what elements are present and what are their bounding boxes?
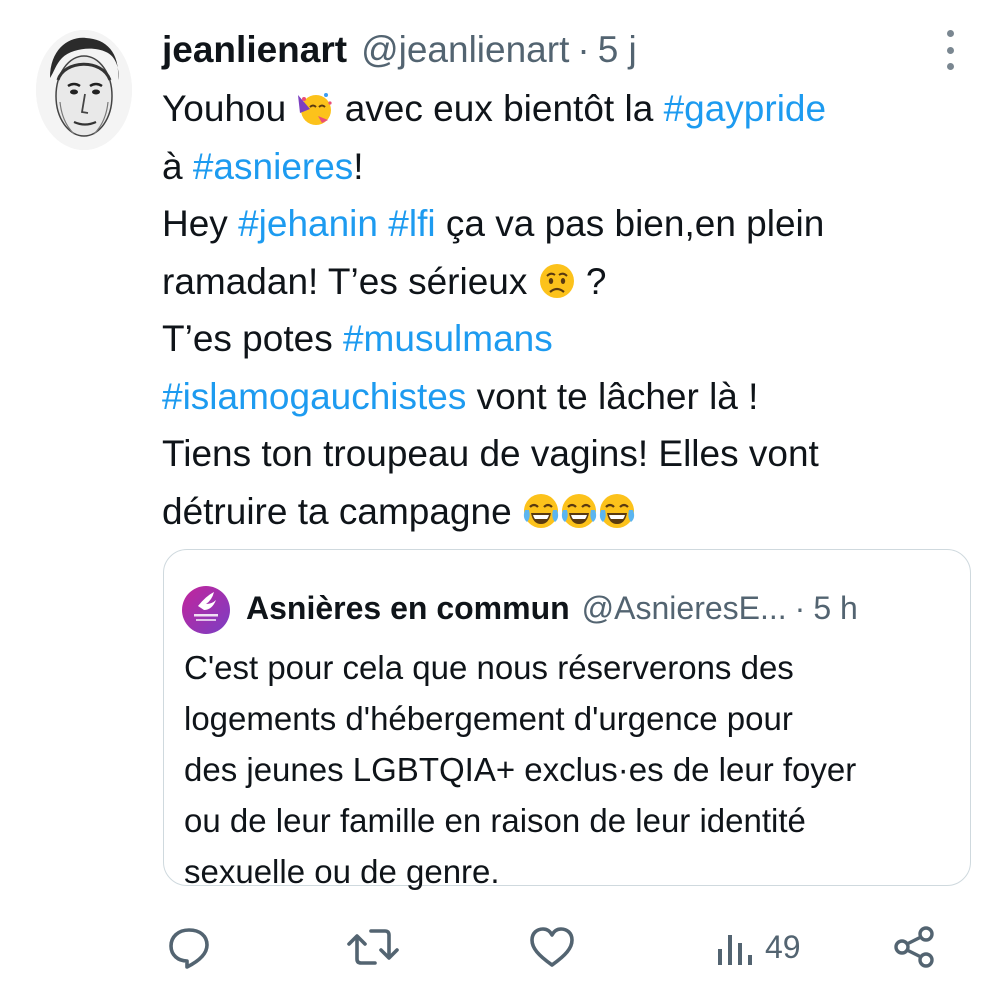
like-button[interactable]: [528, 915, 576, 979]
quoted-display-name: Asnières en commun: [246, 589, 570, 626]
user-handle[interactable]: @jeanlienart: [361, 29, 569, 71]
hashtag-link[interactable]: #islamogauchistes: [162, 376, 466, 417]
tweet-time[interactable]: 5 j: [598, 29, 637, 71]
tweet-text: Youhou avec eux bientôt la #gaypride à #…: [162, 80, 972, 540]
tweet-line: Hey #jehanin #lfi ça va pas bien,en plei…: [162, 203, 825, 244]
more-options-icon: [946, 30, 954, 37]
quoted-line: sexuelle ou de genre.: [184, 853, 500, 890]
quoted-time: 5 h: [813, 589, 858, 626]
worried-face-emoji-icon: [538, 259, 576, 298]
partying-face-emoji-icon: [296, 86, 334, 125]
tweet-line: détruire ta campagne: [162, 483, 972, 541]
joy-face-emoji-icon: [522, 489, 560, 528]
quoted-text: C'est pour cela que nous réserverons des…: [184, 642, 954, 897]
tweet-header: jeanlienart @jeanlienart · 5 j: [162, 22, 960, 78]
joy-face-emoji-icon: [560, 489, 598, 528]
hashtag-link[interactable]: #jehanin: [238, 203, 378, 244]
asnieres-logo-icon: [194, 592, 218, 621]
tweet-line: Youhou avec eux bientôt la #gaypride: [162, 86, 827, 129]
hashtag-link[interactable]: #musulmans: [343, 318, 553, 359]
more-options-button[interactable]: [940, 30, 960, 70]
user-portrait-avatar-icon: [36, 30, 132, 150]
views-button[interactable]: 49: [715, 915, 801, 979]
reply-button[interactable]: [165, 915, 213, 979]
hashtag-link[interactable]: #lfi: [388, 203, 435, 244]
tweet-line: à #asnieres!: [162, 145, 364, 187]
views-icon: [718, 935, 752, 965]
views-count: 49: [765, 928, 801, 965]
tweet-line: ramadan! T’es sérieux ?: [162, 259, 607, 302]
reply-icon: [169, 928, 209, 969]
tweet-line: Tiens ton troupeau de vagins! Elles vont: [162, 433, 819, 474]
user-avatar[interactable]: [36, 30, 132, 150]
separator-dot: ·: [577, 29, 590, 70]
hashtag-link[interactable]: #asnieres: [193, 146, 353, 187]
share-icon: [894, 926, 934, 968]
tweet-line: T’es potes #musulmans: [162, 318, 553, 359]
quoted-handle: @AsnieresE...: [581, 589, 787, 626]
quoted-line: des jeunes LGBTQIA+ exclus·es de leur fo…: [184, 751, 857, 788]
quoted-header: Asnières en commun @AsnieresE... · 5 h: [246, 580, 950, 636]
share-button[interactable]: [890, 915, 938, 979]
action-bar: 49: [0, 915, 1000, 979]
heart-icon: [530, 927, 574, 967]
quoted-avatar: [182, 586, 230, 634]
display-name[interactable]: jeanlienart: [162, 29, 347, 71]
quoted-line: logements d'hébergement d'urgence pour: [184, 700, 793, 737]
retweet-icon: [347, 929, 399, 965]
quoted-line: ou de leur famille en raison de leur ide…: [184, 802, 806, 839]
tweet-line: #islamogauchistes vont te lâcher là !: [162, 375, 759, 417]
quoted-line: C'est pour cela que nous réserverons des: [184, 649, 794, 686]
separator-dot: ·: [794, 589, 806, 626]
quoted-tweet[interactable]: Asnières en commun @AsnieresE... · 5 h C…: [163, 549, 971, 890]
joy-face-emoji-icon: [598, 489, 636, 528]
hashtag-link[interactable]: #gaypride: [664, 88, 827, 129]
retweet-button[interactable]: [345, 915, 401, 979]
